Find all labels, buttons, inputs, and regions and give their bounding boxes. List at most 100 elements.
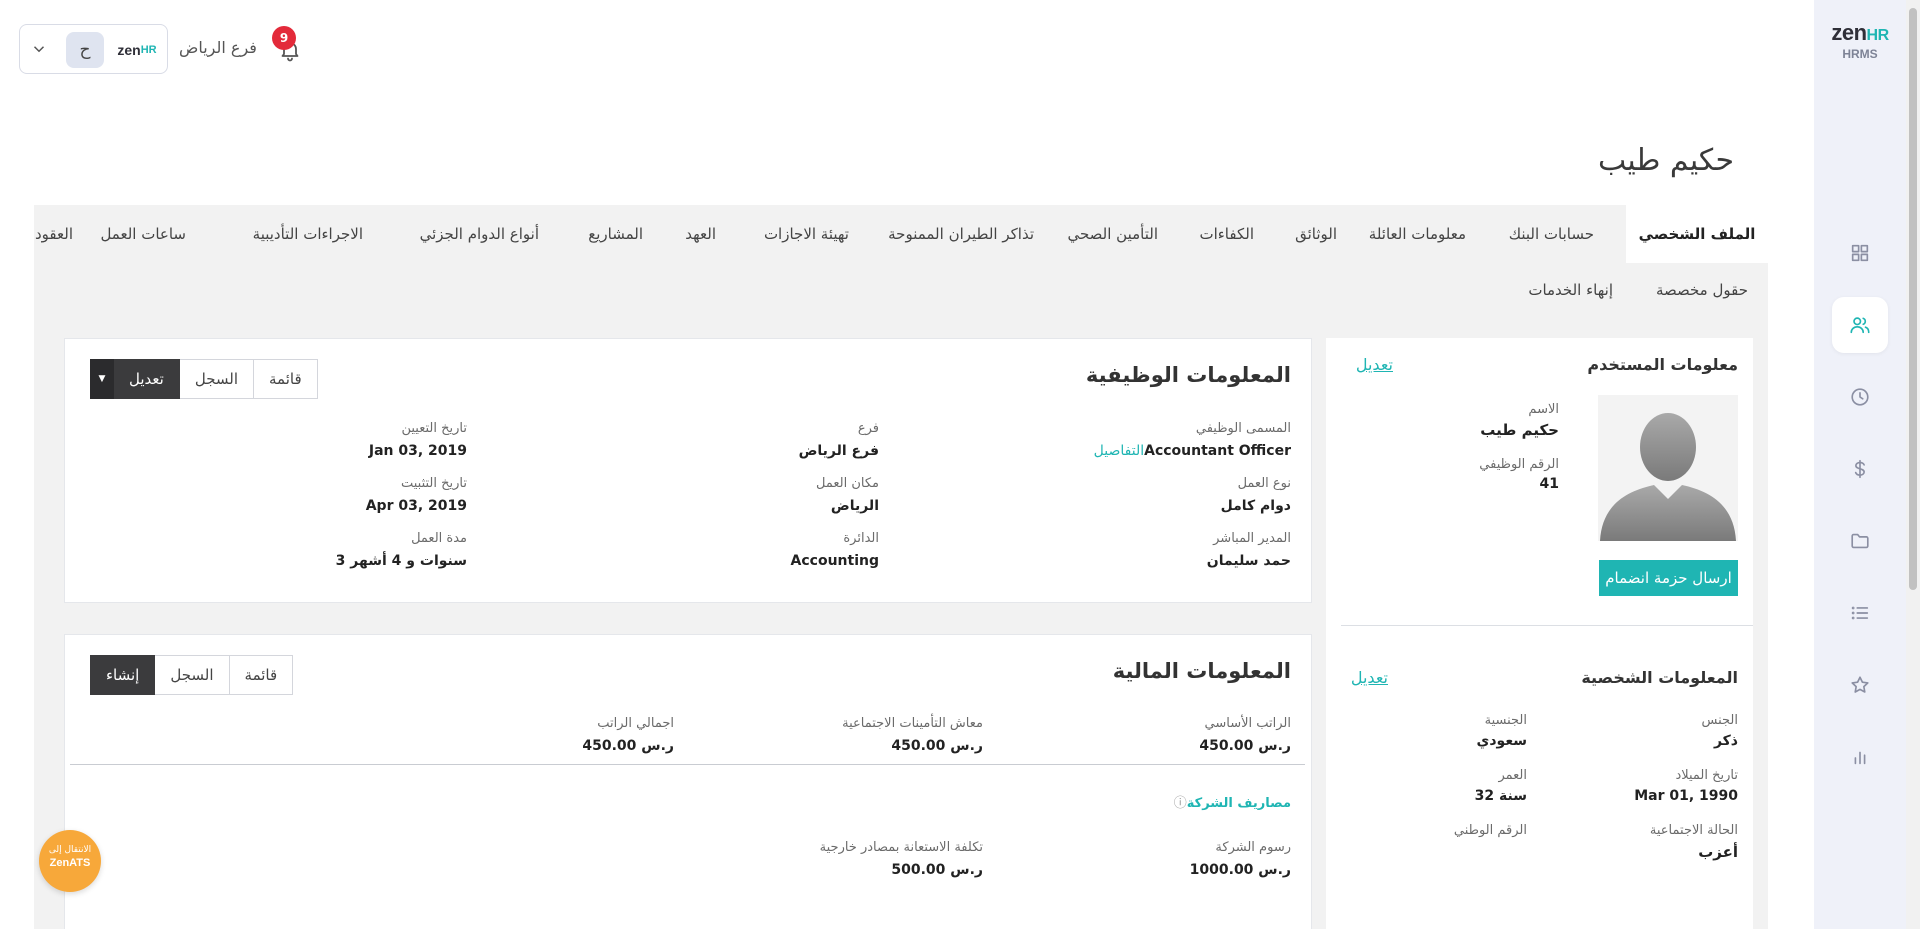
folder-icon [1851, 533, 1869, 549]
total-salary-label: اجمالي الراتب [597, 716, 674, 731]
hire-date-label: تاريخ التعيين [401, 421, 467, 436]
page-scrollbar[interactable] [1906, 0, 1920, 929]
tab-health-insurance[interactable]: التأمين الصحي [1067, 205, 1158, 263]
manager-label: المدير المباشر [1213, 531, 1291, 546]
tab-custom-fields[interactable]: حقول مخصصة [1656, 263, 1748, 317]
branch-value: فرع الرياض [798, 443, 879, 459]
financial-divider [70, 764, 1305, 765]
branch-name: فرع الرياض [179, 38, 257, 57]
rail-lists[interactable] [1832, 585, 1888, 641]
marital-status-label: الحالة الاجتماعية [1649, 823, 1738, 838]
job-info-title: المعلومات الوظيفية [1085, 363, 1291, 387]
rail-payroll[interactable] [1832, 441, 1888, 497]
basic-salary-value: 450.00 ر.س [1199, 738, 1291, 754]
company-fees-label: رسوم الشركة [1215, 840, 1291, 855]
logo-accent: HR [1866, 27, 1890, 44]
tab-leave-setup[interactable]: تهيئة الاجازات [764, 205, 849, 263]
tab-competencies[interactable]: الكفاءات [1199, 205, 1254, 263]
tab-projects[interactable]: المشاريع [588, 205, 643, 263]
profile-header: حكيم طيب [34, 115, 1768, 205]
total-salary-value: 450.00 ر.س [582, 738, 674, 754]
company-switcher[interactable]: ح zen HR [19, 24, 168, 74]
info-icon[interactable]: ⓘ [1174, 796, 1187, 811]
zenhr-logo[interactable]: zenHR HRMS [1814, 20, 1906, 61]
nationality-label: الجنسية [1484, 713, 1527, 728]
financial-info-actions: إنشاء السجل قائمة [90, 655, 294, 695]
personal-info-title: المعلومات الشخصية [1581, 668, 1738, 687]
national-id-label: الرقم الوطني [1453, 823, 1527, 838]
person-silhouette-icon [1600, 413, 1736, 541]
tab-custody[interactable]: العهد [685, 205, 716, 263]
dob-value: Mar 01, 1990 [1634, 788, 1738, 804]
work-type-value: دوام كامل [1220, 498, 1291, 514]
tab-flight-tickets[interactable]: تذاكر الطيران الممنوحة [888, 205, 1034, 263]
personal-info-edit-link[interactable]: تعديل [1351, 668, 1388, 687]
job-details-link[interactable]: التفاصيل [1094, 443, 1144, 459]
nationality-value: سعودي [1476, 733, 1527, 749]
user-avatar: ح [66, 32, 104, 68]
scrollbar-thumb[interactable] [1909, 8, 1917, 590]
profile-tabs-row2: حقول مخصصة إنهاء الخدمات [34, 263, 1768, 317]
dob-label: تاريخ الميلاد [1675, 768, 1738, 783]
avatar [1598, 395, 1738, 541]
manager-value: حمد سليمان [1206, 553, 1291, 569]
user-info-edit-link[interactable]: تعديل [1356, 355, 1393, 374]
tab-family-info[interactable]: معلومات العائلة [1369, 205, 1466, 263]
employee-id-label: الرقم الوظيفي [1479, 457, 1559, 472]
send-onboarding-package-button[interactable]: ارسال حزمة انضمام [1599, 560, 1738, 596]
tab-working-hours[interactable]: ساعات العمل [100, 205, 186, 263]
financial-list-button[interactable]: قائمة [229, 655, 294, 695]
bar-chart-icon [1854, 751, 1866, 765]
work-type-label: نوع العمل [1237, 476, 1291, 491]
rail-documents[interactable] [1832, 513, 1888, 569]
chevron-down-icon [30, 40, 48, 58]
department-label: الدائرة [843, 531, 879, 546]
age-value: 32 سنة [1474, 788, 1527, 804]
tab-personal-file[interactable]: الملف الشخصي [1626, 205, 1768, 263]
tab-documents[interactable]: الوثائق [1295, 205, 1337, 263]
employee-name: حكيم طيب [1597, 143, 1734, 178]
job-edit-button[interactable]: تعديل [114, 359, 180, 399]
rail-performance[interactable] [1832, 657, 1888, 713]
job-title-row: التفاصيلAccountant Officer [1090, 443, 1291, 459]
rail-reports[interactable] [1832, 729, 1888, 785]
logo-sub: HRMS [1842, 47, 1878, 61]
zenats-switch-button[interactable]: الانتقال إلى ZenATS [39, 830, 101, 892]
financial-info-title: المعلومات المالية [1112, 659, 1291, 683]
financial-create-button[interactable]: إنشاء [90, 655, 156, 695]
company-logo: zen HR [112, 34, 162, 66]
tab-contracts[interactable]: العقود [35, 205, 73, 263]
confirmation-date-label: تاريخ التثبيت [400, 476, 467, 491]
outsourcing-cost-label: تكلفة الاستعانة بمصادر خارجية [819, 840, 983, 855]
user-info-card: معلومات المستخدم تعديل الاسم حكيم طيب ال… [1326, 338, 1753, 929]
tab-end-of-service[interactable]: إنهاء الخدمات [1528, 263, 1613, 317]
list-icon [1851, 606, 1869, 620]
job-history-button[interactable]: السجل [179, 359, 254, 399]
rail-dashboard[interactable] [1832, 225, 1888, 281]
tab-bank-accounts[interactable]: حسابات البنك [1509, 205, 1594, 263]
rail-attendance[interactable] [1832, 369, 1888, 425]
name-value: حكيم طيب [1480, 421, 1559, 439]
tab-disciplinary-actions[interactable]: الاجراءات التأديبية [253, 205, 363, 263]
job-list-button[interactable]: قائمة [254, 359, 318, 399]
gender-value: ذكر [1713, 733, 1738, 749]
work-place-label: مكان العمل [816, 476, 879, 491]
rail-employees[interactable] [1832, 297, 1888, 353]
financial-history-button[interactable]: السجل [155, 655, 230, 695]
age-label: العمر [1498, 768, 1527, 783]
zenats-line1: الانتقال إلى [48, 845, 92, 855]
financial-info-card: المعلومات المالية إنشاء السجل قائمة الرا… [64, 634, 1312, 929]
users-icon [1850, 317, 1870, 334]
gosi-salary-label: معاش التأمينات الاجتماعية [842, 716, 983, 731]
grid-icon [1851, 244, 1869, 262]
name-label: الاسم [1528, 402, 1559, 417]
marital-status-value: أعزب [1698, 843, 1738, 861]
edit-dropdown-toggle[interactable]: ▼ [90, 359, 114, 399]
confirmation-date-value: Apr 03, 2019 [365, 498, 467, 514]
section-divider [1341, 625, 1753, 626]
zenats-line2: ZenATS [49, 857, 91, 869]
tab-part-time-types[interactable]: أنواع الدوام الجزئي [420, 205, 539, 263]
gender-label: الجنس [1701, 713, 1738, 728]
hire-date-value: Jan 03, 2019 [368, 443, 467, 459]
work-duration-label: مدة العمل [411, 531, 467, 546]
